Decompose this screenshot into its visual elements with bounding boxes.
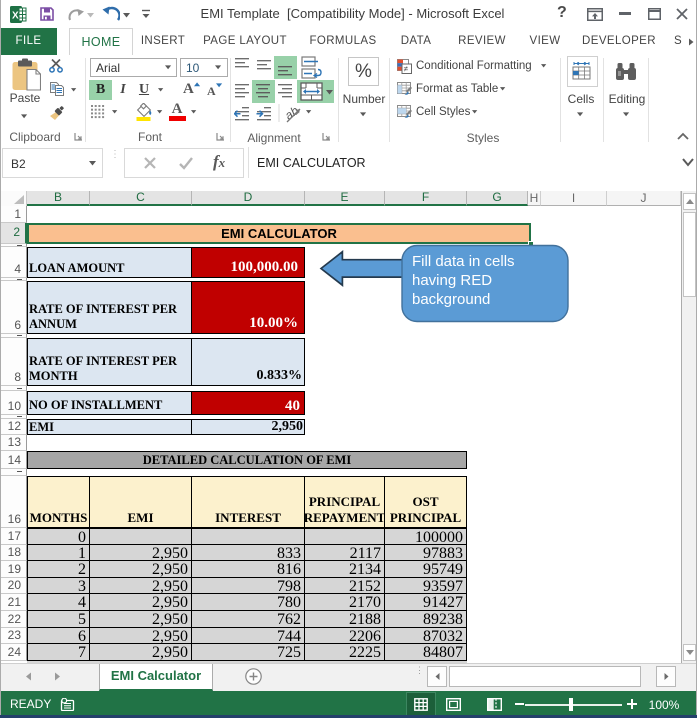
svg-text:≠: ≠ [404,65,409,74]
